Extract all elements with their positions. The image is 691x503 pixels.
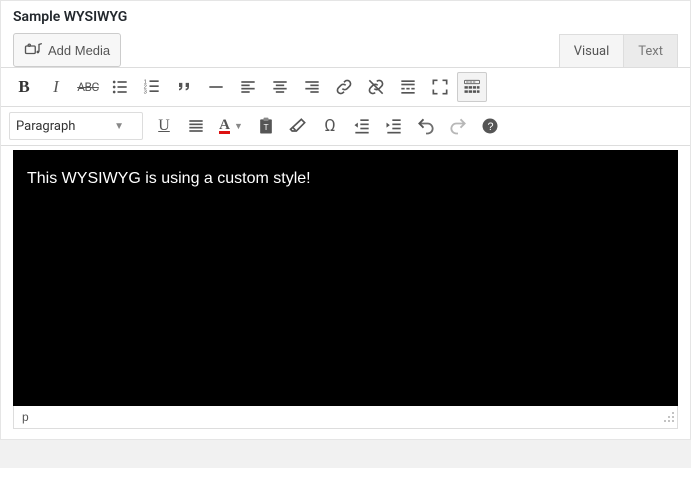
page-background (0, 440, 691, 468)
help-icon: ? (480, 116, 500, 136)
editor-paragraph: This WYSIWYG is using a custom style! (27, 170, 664, 188)
outdent-icon (352, 116, 372, 136)
format-dropdown[interactable]: Paragraph ▼ (9, 112, 143, 140)
clipboard-t-icon: T (256, 116, 276, 136)
add-media-label: Add Media (48, 44, 110, 57)
align-center-button[interactable] (265, 72, 295, 102)
editor-content-area[interactable]: This WYSIWYG is using a custom style! (13, 150, 678, 406)
redo-button[interactable] (443, 111, 473, 141)
resize-grip-icon (661, 409, 675, 423)
text-color-button[interactable]: A ▼ (213, 112, 249, 140)
special-character-button[interactable]: Ω (315, 111, 345, 141)
bold-button[interactable]: B (9, 72, 39, 102)
align-left-icon (238, 77, 258, 97)
outdent-button[interactable] (347, 111, 377, 141)
redo-icon (448, 116, 468, 136)
svg-text:3: 3 (144, 90, 147, 96)
editor-statusbar: p (13, 406, 678, 429)
align-right-button[interactable] (297, 72, 327, 102)
tab-text[interactable]: Text (623, 34, 678, 67)
kitchen-sink-icon (462, 77, 482, 97)
editor-wrap: This WYSIWYG is using a custom style! (1, 146, 690, 406)
svg-text:?: ? (488, 121, 494, 133)
editor-tabs: Visual Text (560, 31, 678, 67)
strikethrough-icon: ABC (77, 80, 99, 94)
svg-text:T: T (264, 122, 269, 132)
add-media-button[interactable]: Add Media (13, 33, 121, 67)
camera-music-icon (24, 40, 42, 60)
format-dropdown-label: Paragraph (16, 119, 75, 134)
link-icon (334, 77, 354, 97)
wysiwyg-field-metabox: Sample WYSIWYG Add Media Visual Text (0, 0, 691, 440)
align-center-icon (270, 77, 290, 97)
underline-button[interactable]: U (149, 111, 179, 141)
unlink-button[interactable] (361, 72, 391, 102)
numbered-list-icon: 123 (142, 77, 162, 97)
link-button[interactable] (329, 72, 359, 102)
indent-button[interactable] (379, 111, 409, 141)
ordered-list-button[interactable]: 123 (137, 72, 167, 102)
readmore-icon (398, 77, 418, 97)
unlink-icon (366, 77, 386, 97)
align-justify-button[interactable] (181, 111, 211, 141)
horizontal-rule-button[interactable] (201, 72, 231, 102)
omega-icon: Ω (324, 116, 335, 136)
editor-topbar: Add Media Visual Text (1, 31, 690, 68)
align-left-button[interactable] (233, 72, 263, 102)
tab-visual[interactable]: Visual (559, 34, 625, 67)
blockquote-button[interactable] (169, 72, 199, 102)
undo-icon (416, 116, 436, 136)
undo-button[interactable] (411, 111, 441, 141)
indent-icon (384, 116, 404, 136)
underline-icon: U (158, 117, 170, 135)
align-right-icon (302, 77, 322, 97)
strikethrough-button[interactable]: ABC (73, 72, 103, 102)
italic-button[interactable]: I (41, 72, 71, 102)
text-color-icon: A (219, 119, 230, 134)
element-path[interactable]: p (14, 407, 37, 427)
insert-more-button[interactable] (393, 72, 423, 102)
unordered-list-button[interactable] (105, 72, 135, 102)
toolbar-row-1: B I ABC 123 (1, 68, 690, 107)
field-label: Sample WYSIWYG (1, 1, 690, 31)
bullet-list-icon (110, 77, 130, 97)
quote-icon (174, 77, 194, 97)
fullscreen-button[interactable] (425, 72, 455, 102)
align-justify-icon (186, 116, 206, 136)
bold-icon: B (18, 77, 29, 97)
chevron-down-icon: ▼ (114, 121, 124, 132)
paste-text-button[interactable]: T (251, 111, 281, 141)
italic-icon: I (53, 77, 59, 97)
chevron-down-icon: ▼ (234, 121, 243, 132)
fullscreen-icon (430, 77, 450, 97)
resize-handle[interactable] (661, 409, 675, 423)
toolbar-toggle-button[interactable] (457, 72, 487, 102)
clear-formatting-button[interactable] (283, 111, 313, 141)
eraser-icon (288, 116, 308, 136)
help-button[interactable]: ? (475, 111, 505, 141)
horizontal-line-icon (206, 77, 226, 97)
toolbar-row-2: Paragraph ▼ U A ▼ T Ω (1, 107, 690, 146)
